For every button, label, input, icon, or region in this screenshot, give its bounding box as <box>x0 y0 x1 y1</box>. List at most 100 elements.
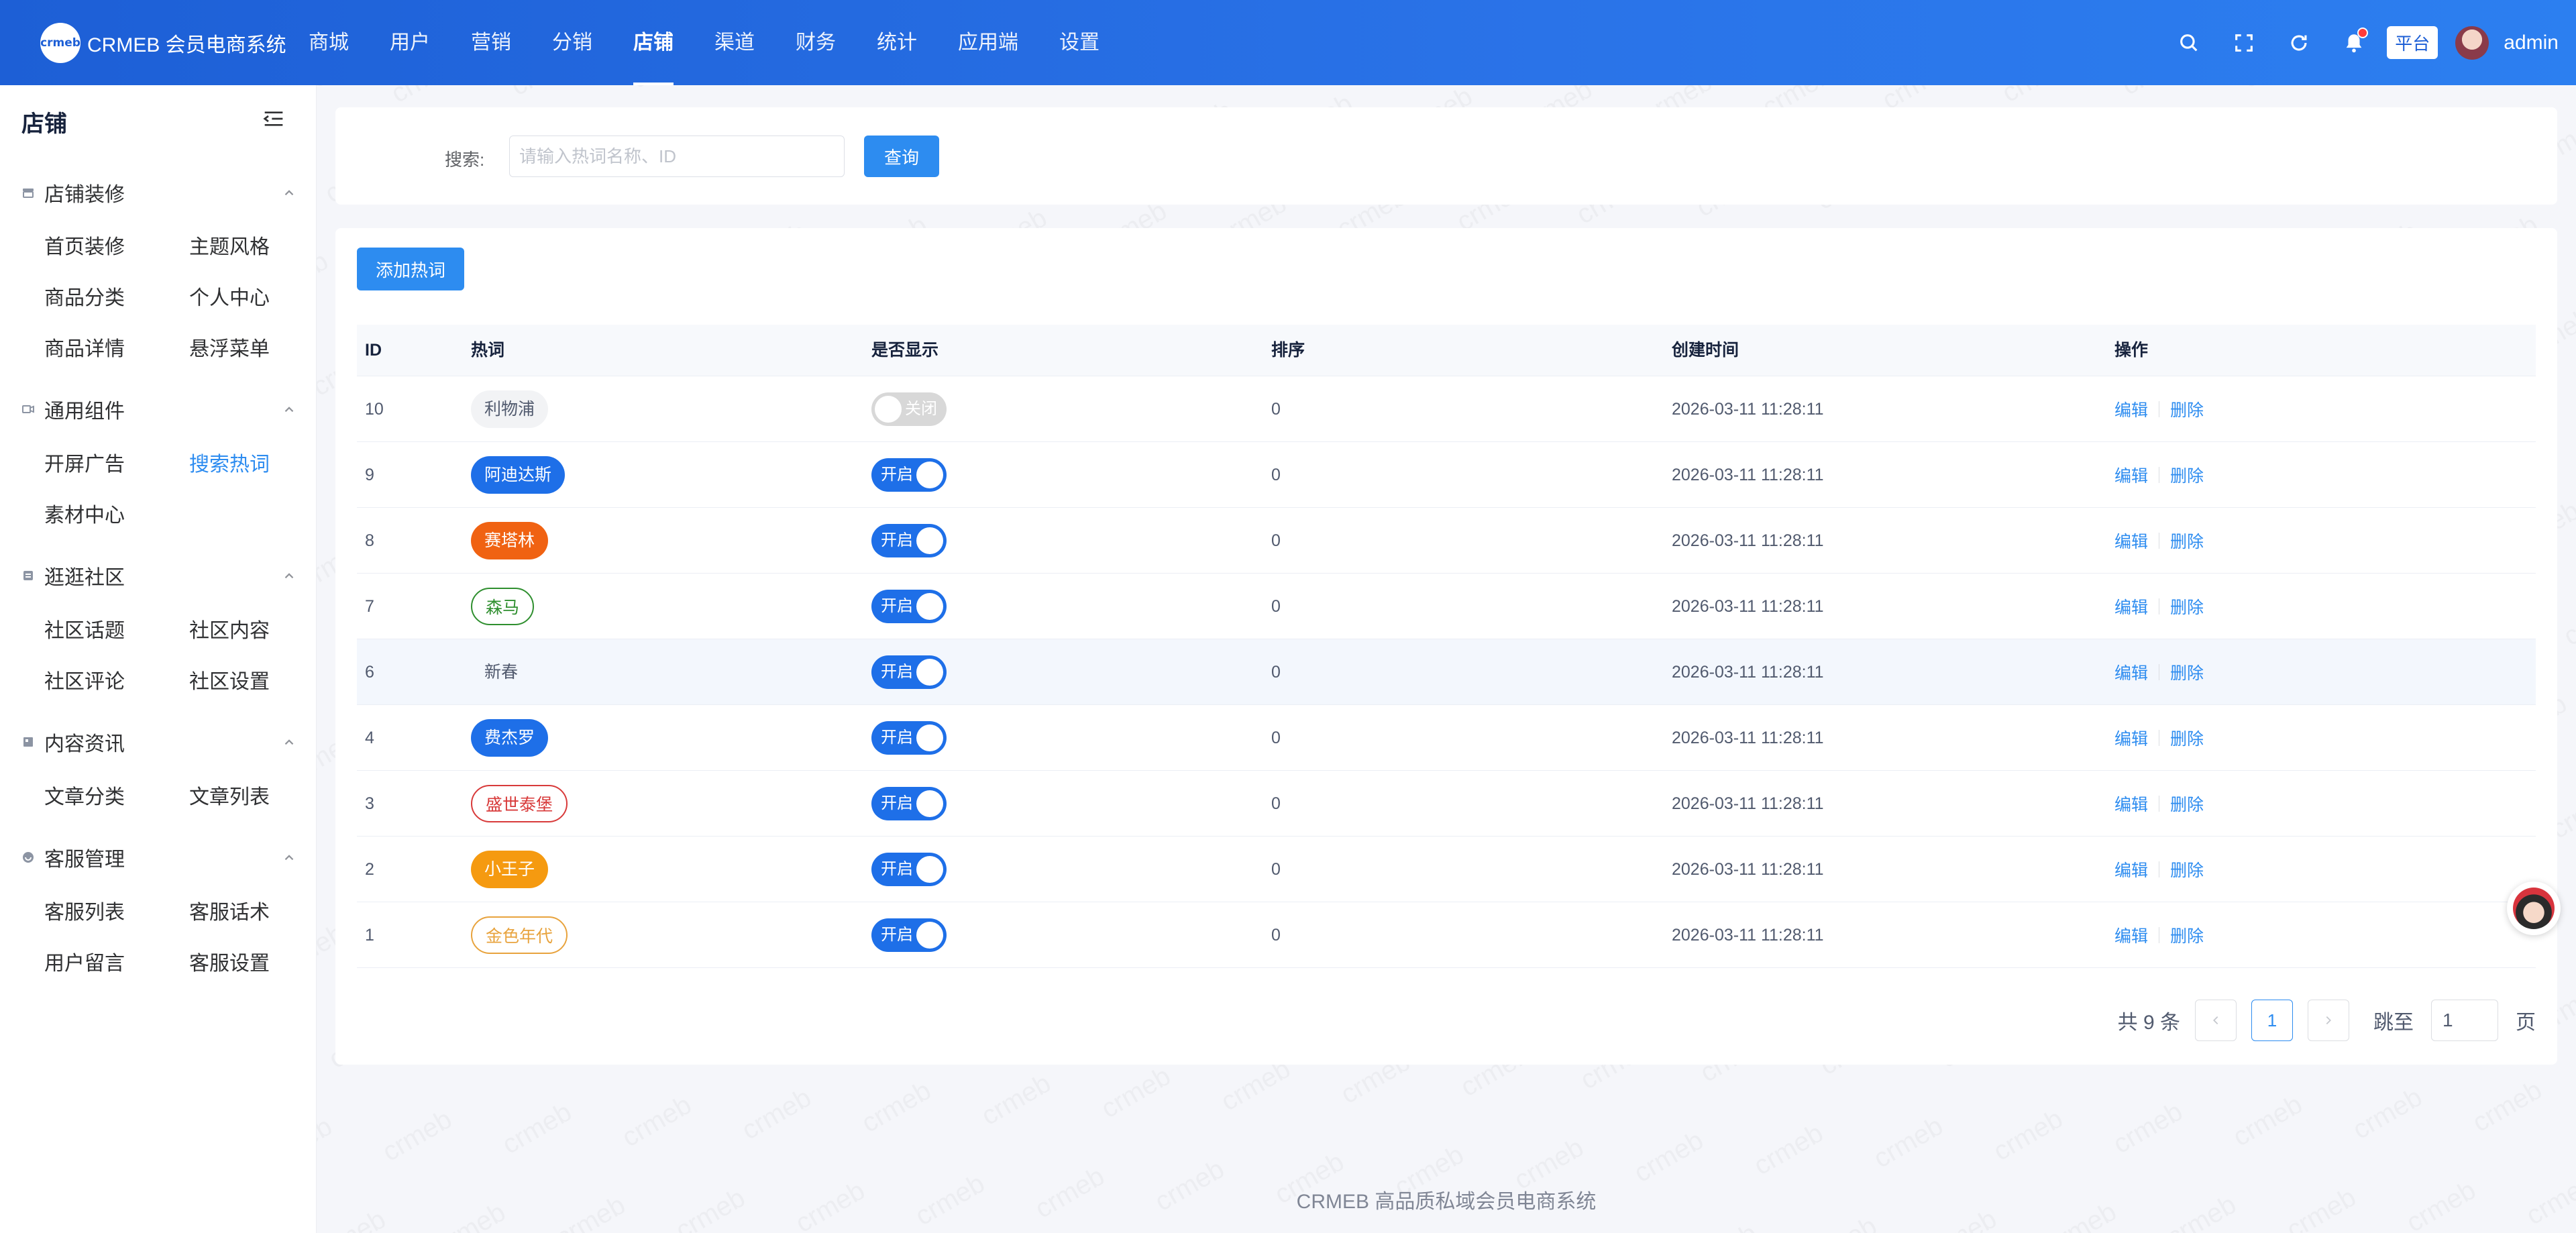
cell-id: 8 <box>365 531 374 550</box>
edit-link[interactable]: 编辑 <box>2114 463 2148 487</box>
nav-mall[interactable]: 商城 <box>309 0 349 85</box>
nav-distribution[interactable]: 分销 <box>552 0 592 85</box>
toggle-knob <box>916 725 943 751</box>
nav-settings[interactable]: 设置 <box>1059 0 1099 85</box>
nav-apps[interactable]: 应用端 <box>958 0 1018 85</box>
delete-link[interactable]: 删除 <box>2170 857 2204 881</box>
sidebar-group-label: 逛逛社区 <box>44 567 125 589</box>
visibility-toggle[interactable]: 开启 <box>871 590 947 623</box>
visibility-toggle[interactable]: 开启 <box>871 458 947 492</box>
cell-created-time: 2026-03-11 11:28:11 <box>1672 662 1824 682</box>
sidebar-item-service-settings[interactable]: 客服设置 <box>189 947 270 976</box>
sidebar-item-personal-center[interactable]: 个人中心 <box>189 281 270 311</box>
edit-link[interactable]: 编辑 <box>2114 660 2148 684</box>
sidebar-group-customer-service[interactable]: 客服管理 <box>21 844 297 871</box>
sidebar-item-community-content[interactable]: 社区内容 <box>189 614 270 643</box>
sidebar-item-article-list[interactable]: 文章列表 <box>189 780 270 810</box>
avatar[interactable] <box>2455 25 2489 60</box>
delete-link[interactable]: 删除 <box>2170 529 2204 553</box>
app-logo[interactable]: crmeb CRMEB 会员电商系统 <box>40 23 286 63</box>
add-hot-word-button[interactable]: 添加热词 <box>357 248 464 290</box>
refresh-icon[interactable] <box>2286 30 2312 56</box>
sidebar-item-community-topics[interactable]: 社区话题 <box>44 614 125 643</box>
sidebar-item-product-category[interactable]: 商品分类 <box>44 281 125 311</box>
sidebar-item-service-scripts[interactable]: 客服话术 <box>189 896 270 925</box>
toggle-knob <box>875 396 902 423</box>
nav-channels[interactable]: 渠道 <box>714 0 755 85</box>
next-page-button[interactable] <box>2308 1000 2349 1041</box>
total-count: 共 9 条 <box>2117 1012 2180 1034</box>
cell-visible: 开启 <box>871 837 947 902</box>
nav-store[interactable]: 店铺 <box>633 0 674 85</box>
nav-finance[interactable]: 财务 <box>796 0 836 85</box>
component-icon <box>22 405 34 413</box>
delete-link[interactable]: 删除 <box>2170 792 2204 816</box>
collapse-menu-icon[interactable] <box>263 109 284 128</box>
sidebar-item-article-category[interactable]: 文章分类 <box>44 780 125 810</box>
delete-link[interactable]: 删除 <box>2170 397 2204 421</box>
platform-badge[interactable]: 平台 <box>2387 26 2438 59</box>
sidebar: 店铺 店铺装修 首页装修 主题风格 商品分类 个人中心 商品详情 悬浮菜单 通用… <box>0 85 317 1233</box>
nav-users[interactable]: 用户 <box>390 0 430 85</box>
table-body: 10 利物浦 关闭 0 2026-03-11 11:28:11 编辑 删除 9 阿迪达斯 开启 0 2… <box>357 376 2536 968</box>
hot-word-tag: 盛世泰堡 <box>471 785 568 822</box>
delete-link[interactable]: 删除 <box>2170 660 2204 684</box>
prev-page-button[interactable] <box>2195 1000 2237 1041</box>
delete-link[interactable]: 删除 <box>2170 923 2204 947</box>
sidebar-item-media-center[interactable]: 素材中心 <box>44 498 125 528</box>
sidebar-item-theme-style[interactable]: 主题风格 <box>189 230 270 260</box>
edit-link[interactable]: 编辑 <box>2114 923 2148 947</box>
sidebar-item-community-settings[interactable]: 社区设置 <box>189 665 270 694</box>
customer-service-float-button[interactable] <box>2507 881 2561 935</box>
hot-words-table: ID 热词 是否显示 排序 创建时间 操作 10 利物浦 关闭 0 2026-03-11… <box>357 325 2536 968</box>
table-row: 7 森马 开启 0 2026-03-11 11:28:11 编辑 删除 <box>357 574 2536 639</box>
sidebar-group-store-decoration[interactable]: 店铺装修 <box>21 179 297 206</box>
edit-link[interactable]: 编辑 <box>2114 397 2148 421</box>
sidebar-item-service-list[interactable]: 客服列表 <box>44 896 125 925</box>
visibility-toggle[interactable]: 开启 <box>871 853 947 886</box>
sidebar-group-common-components[interactable]: 通用组件 <box>21 396 297 423</box>
sidebar-item-hot-search[interactable]: 搜索热词 <box>189 447 270 477</box>
toggle-label: 开启 <box>881 531 913 549</box>
visibility-toggle[interactable]: 开启 <box>871 524 947 557</box>
cell-actions: 编辑 删除 <box>2114 639 2204 705</box>
sidebar-group-community[interactable]: 逛逛社区 <box>21 562 297 589</box>
sidebar-item-community-comments[interactable]: 社区评论 <box>44 665 125 694</box>
cell-sort: 0 <box>1271 728 1281 747</box>
nav-marketing[interactable]: 营销 <box>471 0 511 85</box>
bell-icon[interactable] <box>2341 27 2369 56</box>
visibility-toggle[interactable]: 开启 <box>871 787 947 820</box>
page-button-1[interactable]: 1 <box>2251 1000 2293 1041</box>
cell-visible: 开启 <box>871 705 947 771</box>
edit-link[interactable]: 编辑 <box>2114 594 2148 619</box>
delete-link[interactable]: 删除 <box>2170 463 2204 487</box>
jump-page-input[interactable] <box>2431 1000 2498 1041</box>
query-button[interactable]: 查询 <box>864 136 939 177</box>
sidebar-item-splash-ad[interactable]: 开屏广告 <box>44 447 125 477</box>
visibility-toggle[interactable]: 关闭 <box>871 392 947 426</box>
nav-statistics[interactable]: 统计 <box>877 0 917 85</box>
username[interactable]: admin <box>2504 32 2559 54</box>
edit-link[interactable]: 编辑 <box>2114 726 2148 750</box>
visibility-toggle[interactable]: 开启 <box>871 655 947 689</box>
page-suffix: 页 <box>2516 1012 2536 1034</box>
search-input[interactable] <box>509 136 845 177</box>
delete-link[interactable]: 删除 <box>2170 726 2204 750</box>
visibility-toggle[interactable]: 开启 <box>871 721 947 755</box>
search-icon[interactable] <box>2176 30 2202 56</box>
sidebar-group-content-news[interactable]: 内容资讯 <box>21 729 297 755</box>
table-row: 3 盛世泰堡 开启 0 2026-03-11 11:28:11 编辑 删除 <box>357 771 2536 837</box>
cell-sort: 0 <box>1271 596 1281 616</box>
edit-link[interactable]: 编辑 <box>2114 529 2148 553</box>
sidebar-item-product-detail[interactable]: 商品详情 <box>44 332 125 362</box>
fullscreen-icon[interactable] <box>2231 30 2257 56</box>
toggle-label: 开启 <box>881 663 913 681</box>
sidebar-item-floating-menu[interactable]: 悬浮菜单 <box>189 332 270 362</box>
visibility-toggle[interactable]: 开启 <box>871 918 947 952</box>
toggle-label: 开启 <box>881 926 913 944</box>
edit-link[interactable]: 编辑 <box>2114 792 2148 816</box>
delete-link[interactable]: 删除 <box>2170 594 2204 619</box>
sidebar-item-home-decoration[interactable]: 首页装修 <box>44 230 125 260</box>
edit-link[interactable]: 编辑 <box>2114 857 2148 881</box>
sidebar-item-user-messages[interactable]: 用户留言 <box>44 947 125 976</box>
